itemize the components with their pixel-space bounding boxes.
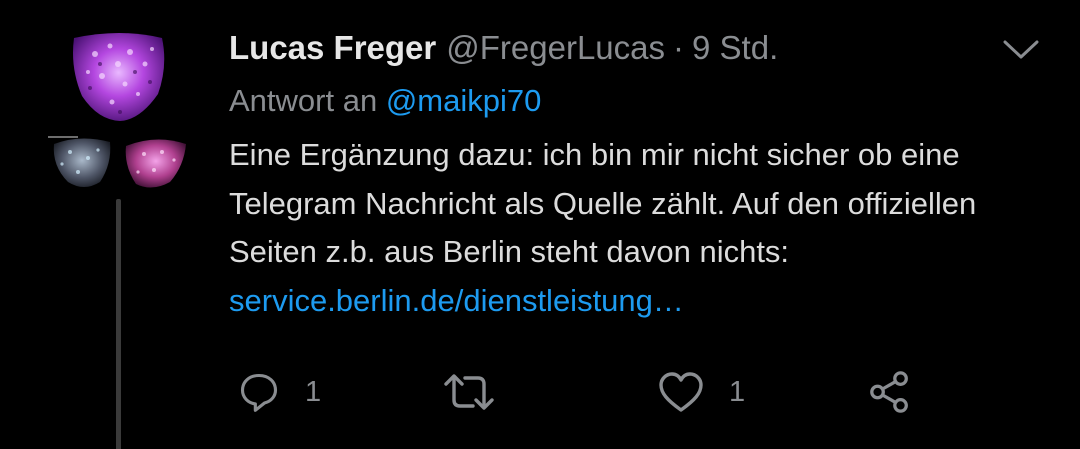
tweet[interactable]: Lucas Freger @FregerLucas · 9 Std. Antwo… bbox=[0, 0, 1080, 449]
display-name[interactable]: Lucas Freger bbox=[229, 29, 436, 67]
reply-mention-link[interactable]: @maikpi70 bbox=[386, 83, 542, 118]
user-handle[interactable]: @FregerLucas bbox=[446, 29, 665, 67]
reply-prefix: Antwort an bbox=[229, 83, 378, 118]
avatar-column bbox=[40, 24, 200, 449]
reply-count: 1 bbox=[305, 375, 322, 408]
avatar[interactable] bbox=[40, 24, 200, 194]
separator-dot: · bbox=[673, 29, 685, 66]
tweet-text: Eine Ergänzung dazu: ich bin mir nicht s… bbox=[229, 131, 1044, 325]
like-count: 1 bbox=[729, 375, 746, 408]
tweet-header: Lucas Freger @FregerLucas · 9 Std. bbox=[229, 22, 1059, 74]
tweet-actions: 1 1 bbox=[229, 367, 1059, 417]
tweet-content: Lucas Freger @FregerLucas · 9 Std. Antwo… bbox=[229, 22, 1059, 413]
retweet-button[interactable] bbox=[441, 367, 521, 417]
share-icon bbox=[870, 371, 908, 413]
tweet-link[interactable]: service.berlin.de/dienstleistung… bbox=[229, 283, 684, 318]
chevron-down-icon[interactable] bbox=[1001, 34, 1041, 64]
heart-icon bbox=[659, 372, 703, 412]
thread-connector-line bbox=[116, 199, 121, 449]
share-button[interactable] bbox=[867, 367, 913, 417]
reply-context: Antwort an @maikpi70 bbox=[229, 76, 1059, 126]
reply-button[interactable]: 1 bbox=[237, 367, 321, 417]
tweet-text-main: Eine Ergänzung dazu: ich bin mir nicht s… bbox=[229, 137, 977, 269]
timestamp[interactable]: 9 Std. bbox=[692, 29, 778, 67]
like-button[interactable]: 1 bbox=[657, 367, 745, 417]
retweet-icon bbox=[444, 374, 494, 410]
reply-icon bbox=[240, 373, 278, 412]
